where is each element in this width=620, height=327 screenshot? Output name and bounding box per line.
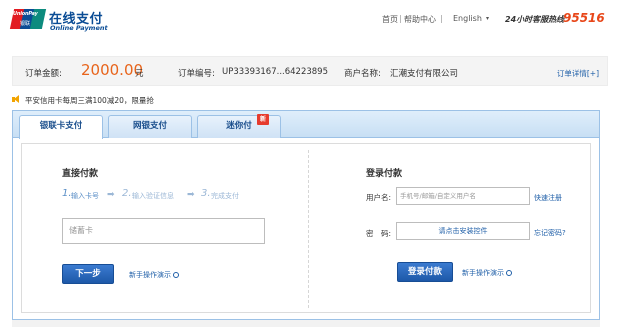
play-circle-icon [506,270,512,276]
bottom-strip [12,320,600,327]
password-label: 密 码: [366,229,392,238]
tab-unionpay-card[interactable]: 银联卡支付 [19,115,103,139]
register-link[interactable]: 快速注册 [534,193,562,203]
panel-body: 直接付款 1. 输入卡号 ➡ 2. 输入验证信息 ➡ 3. 完成支付 储蓄卡 下… [21,143,591,313]
step-3-number: 3. [201,188,211,199]
logo-cn-text: 银联 [20,21,31,27]
new-badge: 新 [257,114,269,125]
speaker-icon [12,95,22,104]
header: UnionPay 银联 在线支付 Online Payment 首页 | 帮助中… [0,0,620,40]
order-number-value: UP33393167...64223895 [222,67,328,77]
card-number-input[interactable]: 储蓄卡 [62,218,265,244]
payment-tabs: 银联卡支付 网银支付 迷你付 新 [13,111,599,139]
order-detail-link[interactable]: 订单详情[+] [557,68,599,79]
nav-help-link[interactable]: 帮助中心 [404,14,436,25]
nav-home-link[interactable]: 首页 [382,14,398,25]
play-circle-icon [173,272,179,278]
merchant-label: 商户名称: [344,69,381,79]
tutorial-link[interactable]: 新手操作演示 [462,268,512,278]
amount-value: 2000.00 [81,61,144,79]
step-3-label: 完成支付 [211,192,239,200]
forgot-password-link[interactable]: 忘记密码? [534,228,566,238]
payment-panel: 银联卡支付 网银支付 迷你付 新 直接付款 1. 输入卡号 ➡ 2. 输入验证信… [12,110,600,320]
step-2-number: 2. [122,188,132,199]
password-input[interactable]: 请点击安装控件 [396,222,530,240]
tutorial-link-label: 新手操作演示 [462,269,504,277]
amount-unit: 元 [135,69,144,79]
order-summary-bar: 订单金额: 2000.00 元 订单编号: UP33393167...64223… [12,56,608,86]
hotline-number: 95516 [563,11,605,25]
language-selector[interactable]: English [453,14,482,23]
promo-banner[interactable]: 平安信用卡每周三满100减20，限量抢 [12,94,154,106]
nav-separator: | [440,14,443,23]
top-nav: 首页 | 帮助中心 | English ▾ 24小时客服热线 95516 [0,11,620,26]
step-1-label: 输入卡号 [71,192,99,200]
logo-text: UnionPay [13,11,38,17]
arrow-right-icon: ➡ [187,190,195,200]
section-divider [308,150,309,308]
amount-label: 订单金额: [25,69,62,79]
username-label: 用户名: [366,193,392,202]
tutorial-link[interactable]: 新手操作演示 [129,270,179,280]
hotline-label: 24小时客服热线 [505,15,565,24]
tab-online-banking[interactable]: 网银支付 [108,115,192,138]
promo-text: 平安信用卡每周三满100减20，限量抢 [25,96,154,105]
next-button[interactable]: 下一步 [62,264,114,284]
chevron-down-icon[interactable]: ▾ [486,15,489,22]
username-input[interactable]: 手机号/邮箱/自定义用户名 [396,187,530,205]
tutorial-link-label: 新手操作演示 [129,271,171,279]
direct-pay-title: 直接付款 [62,169,99,179]
nav-separator: | [399,14,402,23]
arrow-right-icon: ➡ [107,190,115,200]
step-2-label: 输入验证信息 [132,192,174,200]
order-number-label: 订单编号: [178,69,215,79]
login-pay-button[interactable]: 登录付款 [397,262,453,282]
merchant-value: 汇潮支付有限公司 [390,69,459,79]
login-pay-title: 登录付款 [366,169,403,179]
